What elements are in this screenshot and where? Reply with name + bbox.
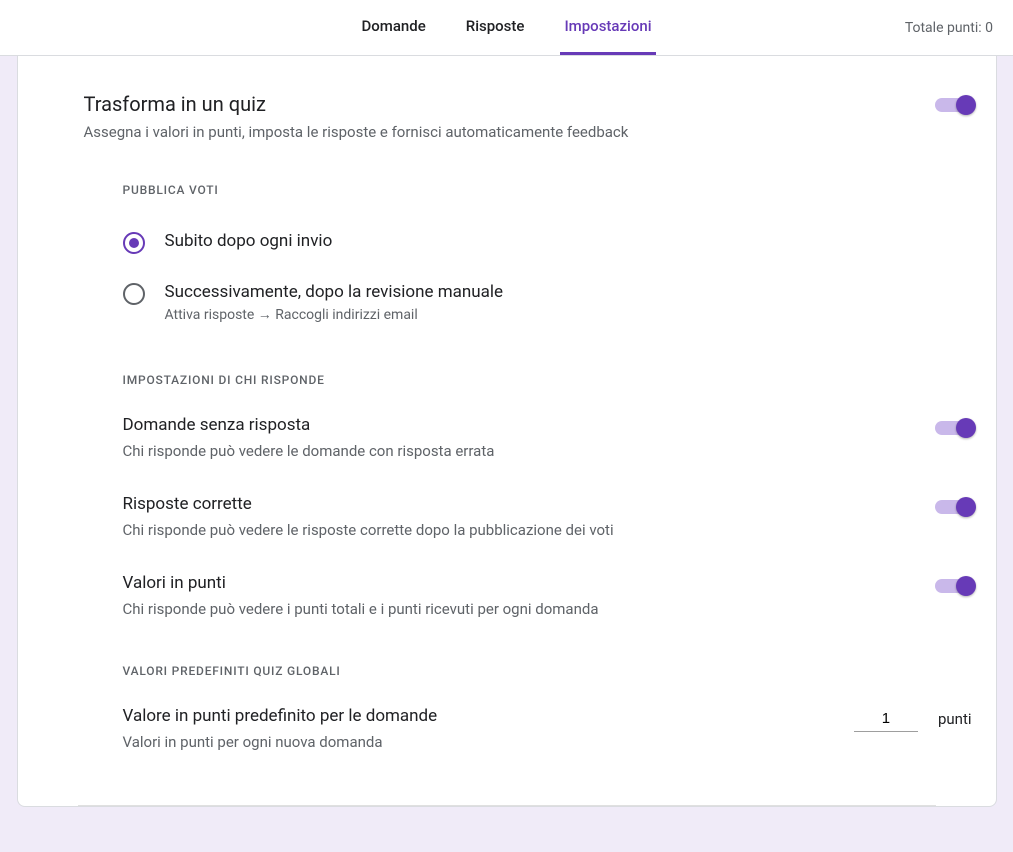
release-later-label: Successivamente, dopo la revisione manua… bbox=[165, 282, 504, 302]
correct-answers-row: Risposte corrette Chi risponde può veder… bbox=[18, 478, 996, 557]
top-bar: Domande Risposte Impostazioni Totale pun… bbox=[0, 0, 1013, 56]
default-points-sub: Valori in punti per ogni nuova domanda bbox=[123, 732, 438, 753]
radio-unselected-icon bbox=[123, 283, 145, 305]
tab-questions[interactable]: Domande bbox=[357, 0, 429, 55]
release-grades-heading: PUBBLICA VOTI bbox=[18, 155, 996, 209]
default-points-unit: punti bbox=[938, 710, 972, 728]
tab-responses[interactable]: Risposte bbox=[462, 0, 529, 55]
respondent-settings-heading: IMPOSTAZIONI DI CHI RISPONDE bbox=[18, 345, 996, 399]
tabs: Domande Risposte Impostazioni bbox=[357, 0, 655, 55]
missed-questions-toggle[interactable] bbox=[935, 421, 972, 435]
default-points-title: Valore in punti predefinito per le doman… bbox=[123, 706, 438, 726]
settings-card: Trasforma in un quiz Assegna i valori in… bbox=[17, 56, 997, 807]
quiz-toggle-title: Trasforma in un quiz bbox=[84, 92, 903, 116]
default-points-input[interactable] bbox=[854, 706, 918, 732]
point-values-title: Valori in punti bbox=[123, 573, 903, 593]
quiz-toggle-row: Trasforma in un quiz Assegna i valori in… bbox=[18, 80, 996, 155]
tab-settings[interactable]: Impostazioni bbox=[560, 0, 655, 55]
missed-questions-row: Domande senza risposta Chi risponde può … bbox=[18, 399, 996, 478]
correct-answers-sub: Chi risponde può vedere le risposte corr… bbox=[123, 520, 903, 541]
correct-answers-toggle[interactable] bbox=[935, 500, 972, 514]
release-immediately-label: Subito dopo ogni invio bbox=[165, 231, 333, 251]
quiz-toggle[interactable] bbox=[935, 98, 972, 112]
quiz-toggle-sub: Assegna i valori in punti, imposta le ri… bbox=[84, 122, 903, 143]
point-values-sub: Chi risponde può vedere i punti totali e… bbox=[123, 599, 903, 620]
default-points-row: Valore in punti predefinito per le doman… bbox=[18, 690, 996, 785]
missed-questions-title: Domande senza risposta bbox=[123, 415, 903, 435]
quiz-defaults-heading: VALORI PREDEFINITI QUIZ GLOBALI bbox=[18, 636, 996, 690]
divider bbox=[78, 805, 936, 806]
release-grades-group: Subito dopo ogni invio Successivamente, … bbox=[18, 209, 996, 345]
total-points-label: Totale punti: 0 bbox=[905, 20, 993, 36]
radio-selected-icon bbox=[123, 232, 145, 254]
point-values-row: Valori in punti Chi risponde può vedere … bbox=[18, 557, 996, 636]
release-later-sub: Attiva risposte → Raccogli indirizzi ema… bbox=[165, 306, 504, 323]
correct-answers-title: Risposte corrette bbox=[123, 494, 903, 514]
release-immediately-option[interactable]: Subito dopo ogni invio bbox=[123, 217, 972, 268]
point-values-toggle[interactable] bbox=[935, 579, 972, 593]
release-later-option[interactable]: Successivamente, dopo la revisione manua… bbox=[123, 268, 972, 337]
missed-questions-sub: Chi risponde può vedere le domande con r… bbox=[123, 441, 903, 462]
